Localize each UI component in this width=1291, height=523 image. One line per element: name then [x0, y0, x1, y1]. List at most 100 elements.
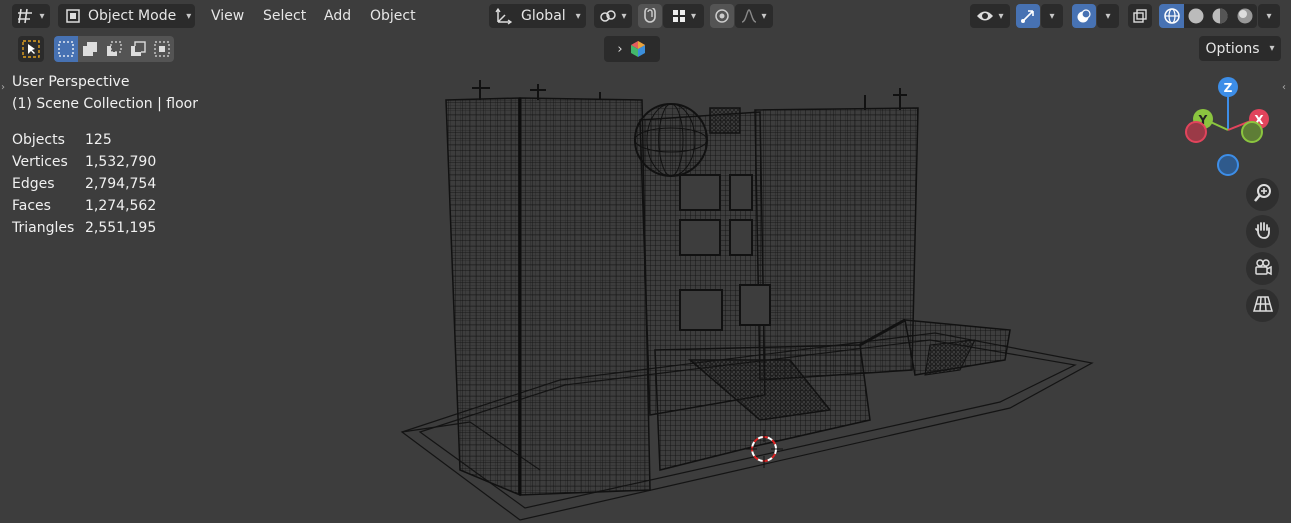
magnet-icon: [642, 8, 658, 24]
visibility-button[interactable]: ▾: [970, 4, 1010, 28]
right-region-toggle-icon[interactable]: ‹: [1282, 82, 1286, 93]
zoom-button[interactable]: [1246, 178, 1279, 211]
rendered-shading-icon: [1236, 7, 1254, 25]
pan-button[interactable]: [1246, 215, 1279, 248]
select-mode-invert-button[interactable]: [126, 36, 150, 62]
overlay-toggle[interactable]: [1072, 4, 1096, 28]
perspective-toggle-button[interactable]: [1246, 289, 1279, 322]
rendered-shading-button[interactable]: [1232, 4, 1257, 28]
left-tower: [445, 80, 651, 497]
shading-options-button[interactable]: ▾: [1258, 4, 1280, 28]
mode-label: Object Mode: [88, 8, 177, 24]
select-mode-extend-button[interactable]: [78, 36, 102, 62]
stat-value: 2,551,195: [85, 220, 157, 236]
negative-y-axis-handle[interactable]: [1241, 121, 1263, 143]
solid-shading-icon: [1187, 7, 1205, 25]
object-mode-icon: [66, 9, 80, 23]
camera-view-button[interactable]: [1246, 252, 1279, 285]
stat-key: Edges: [12, 176, 55, 192]
select-mode-new-button[interactable]: [54, 36, 78, 62]
hand-icon: [1253, 220, 1273, 244]
menu-object[interactable]: Object: [362, 4, 424, 28]
select-subtract-icon: [106, 41, 122, 57]
select-intersect-icon: [154, 41, 170, 57]
select-mode-subtract-button[interactable]: [102, 36, 126, 62]
snap-toggle[interactable]: [638, 4, 662, 28]
proportional-editing-toggle[interactable]: [710, 4, 734, 28]
xray-toggle[interactable]: [1128, 4, 1152, 28]
stat-value: 1,274,562: [85, 198, 157, 214]
curve-icon: [741, 9, 757, 23]
circle-dot-icon: [714, 8, 730, 24]
editor-type-button[interactable]: ▾: [12, 4, 50, 28]
viewport-header: ▾ Object Mode ▾ View Select Add Object G…: [0, 0, 1291, 33]
chevron-down-icon: ▾: [761, 10, 767, 22]
chevron-down-icon: ▾: [1105, 10, 1111, 22]
link-icon: [599, 8, 617, 24]
stat-row: Vertices 1,532,790: [12, 154, 156, 176]
chevron-down-icon: ▾: [1266, 10, 1272, 22]
collection-label: (1) Scene Collection | floor: [12, 96, 198, 112]
material-shading-icon: [1211, 7, 1229, 25]
material-shading-button[interactable]: [1208, 4, 1232, 28]
chevron-down-icon: ▾: [1269, 43, 1275, 54]
gizmo-options-button[interactable]: ▾: [1041, 4, 1063, 28]
cursor-select-icon: [22, 40, 40, 58]
gizmo-icon: [1020, 8, 1036, 24]
transform-orientation-dropdown[interactable]: Global ▾: [489, 4, 586, 28]
axes-icon: [495, 7, 513, 25]
select-mode-intersect-button[interactable]: [150, 36, 174, 62]
menu-select[interactable]: Select: [255, 4, 314, 28]
grid-snap-icon: [671, 8, 687, 24]
stat-row: Triangles 2,551,195: [12, 220, 156, 242]
negative-x-axis-handle[interactable]: [1185, 121, 1207, 143]
falloff-button[interactable]: ▾: [735, 4, 773, 28]
orientation-label: Global: [521, 8, 566, 24]
stat-key: Vertices: [12, 154, 68, 170]
negative-z-axis-handle[interactable]: [1217, 154, 1239, 176]
mode-dropdown[interactable]: Object Mode ▾: [58, 4, 195, 28]
solid-shading-button[interactable]: [1184, 4, 1208, 28]
stat-value: 125: [85, 132, 112, 148]
chevron-down-icon: ▾: [575, 10, 581, 22]
scene-statistics: Objects 125 Vertices 1,532,790 Edges 2,794,…: [12, 132, 156, 242]
chevron-down-icon: ▾: [186, 10, 192, 22]
menu-add[interactable]: Add: [316, 4, 359, 28]
snap-target-button[interactable]: ▾: [663, 4, 704, 28]
stat-row: Objects 125: [12, 132, 156, 154]
camera-icon: [1253, 257, 1273, 281]
select-new-icon: [58, 41, 74, 57]
3d-viewport[interactable]: ▾ Object Mode ▾ View Select Add Object G…: [0, 0, 1291, 523]
chevron-down-icon: ▾: [621, 10, 627, 22]
stat-key: Faces: [12, 198, 51, 214]
overlay-options-button[interactable]: ▾: [1097, 4, 1119, 28]
z-axis-label: Z: [1224, 81, 1233, 95]
chevron-down-icon: ▾: [1049, 10, 1055, 22]
pivot-point-button[interactable]: ▾: [594, 4, 632, 28]
stat-key: Triangles: [12, 220, 75, 236]
overlay-icon: [1076, 8, 1092, 24]
wireframe-shading-button[interactable]: [1159, 4, 1184, 28]
xray-icon: [1132, 8, 1148, 24]
eye-icon: [976, 9, 994, 23]
grid-view-icon: [1252, 294, 1273, 318]
select-invert-icon: [130, 41, 146, 57]
zoom-icon: [1253, 183, 1273, 207]
sphere-structure: [634, 103, 708, 177]
left-region-toggle-icon[interactable]: ›: [1, 82, 5, 93]
select-extend-icon: [82, 41, 98, 57]
options-dropdown[interactable]: Options ▾: [1199, 36, 1281, 61]
right-tower: [754, 88, 919, 381]
tool-settings-toggle[interactable]: ›: [604, 36, 660, 62]
menu-view[interactable]: View: [203, 4, 252, 28]
chevron-down-icon: ▾: [39, 10, 45, 22]
view-name: User Perspective: [12, 74, 130, 90]
chevron-down-icon: ▾: [690, 10, 697, 22]
select-tool-button[interactable]: [18, 36, 44, 62]
stat-key: Objects: [12, 132, 65, 148]
wireframe-shading-icon: [1163, 7, 1181, 25]
navigation-gizmo[interactable]: Z Y X: [1180, 72, 1280, 182]
gizmo-toggle[interactable]: [1016, 4, 1040, 28]
stat-value: 2,794,754: [85, 176, 157, 192]
stat-row: Edges 2,794,754: [12, 176, 156, 198]
